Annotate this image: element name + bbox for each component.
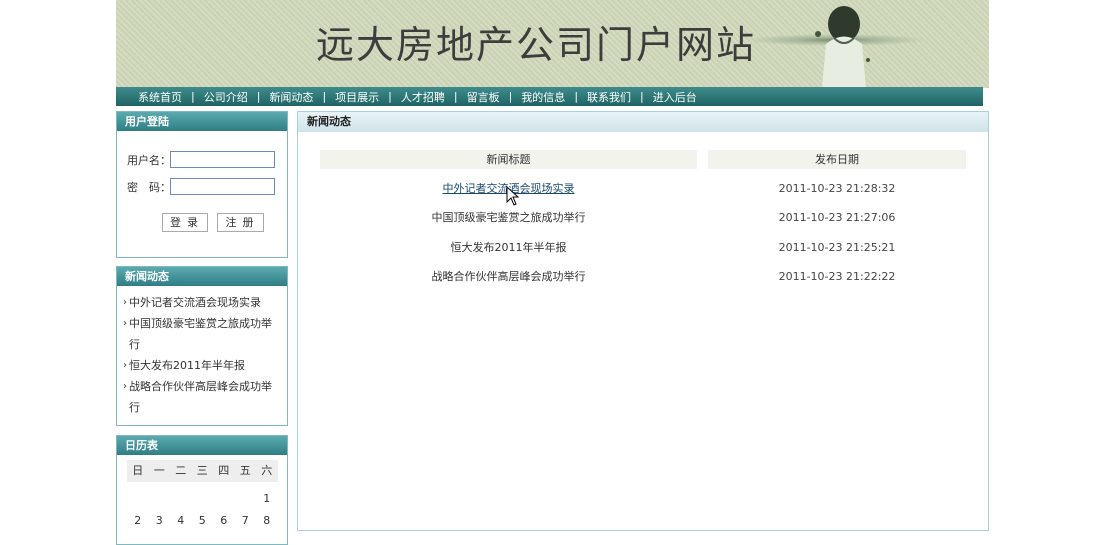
password-row: 密 码： <box>127 178 275 195</box>
calendar-day[interactable] <box>170 488 192 510</box>
news-title-link[interactable]: 恒大发布2011年半年报 <box>320 233 697 262</box>
nav-separator: | <box>574 90 579 103</box>
nav-item-contact[interactable]: 联系我们 <box>587 89 631 105</box>
password-label: 密 码： <box>127 181 171 194</box>
nav-separator: | <box>256 90 261 103</box>
news-title-link[interactable]: 中国顶级豪宅鉴赏之旅成功举行 <box>320 203 697 232</box>
news-box-heading: 新闻动态 <box>117 267 287 286</box>
column-header-date: 发布日期 <box>708 150 966 169</box>
page: 远大房地产公司门户网站 系统首页 | 公司介绍 | 新闻动态 | 项目展示 | … <box>116 0 989 545</box>
news-list-item[interactable]: 恒大发布2011年半年报 <box>123 355 279 376</box>
news-list-item[interactable]: 中外记者交流酒会现场实录 <box>123 292 279 313</box>
weekday-cell: 一 <box>153 464 165 477</box>
calendar-day[interactable] <box>235 488 257 510</box>
news-date: 2011-10-23 21:22:22 <box>778 270 896 283</box>
nav-separator: | <box>322 90 327 103</box>
calendar-heading: 日历表 <box>117 436 287 455</box>
nav-separator: | <box>453 90 458 103</box>
table-row: 战略合作伙伴高层峰会成功举行 2011-10-23 21:22:22 <box>298 262 988 291</box>
calendar-day[interactable] <box>127 488 149 510</box>
weekday-cell: 日 <box>132 464 144 477</box>
nav-separator: | <box>191 90 195 103</box>
main-nav: 系统首页 | 公司介绍 | 新闻动态 | 项目展示 | 人才招聘 | 留言板 |… <box>116 87 983 106</box>
news-panel: 新闻动态 新闻标题 发布日期 中外记者交流酒会现场实录 2011-10-23 2… <box>297 111 989 531</box>
weekday-cell: 六 <box>261 464 273 477</box>
username-row: 用户名： <box>127 151 275 168</box>
news-title-link[interactable]: 战略合作伙伴高层峰会成功举行 <box>320 262 697 291</box>
site-banner: 远大房地产公司门户网站 <box>116 0 989 88</box>
nav-separator: | <box>388 90 392 103</box>
calendar-day[interactable]: 1 <box>256 488 278 510</box>
news-date: 2011-10-23 21:27:06 <box>778 211 896 224</box>
woman-figure-image <box>815 6 870 88</box>
calendar-day[interactable] <box>192 488 214 510</box>
weekday-cell: 二 <box>175 464 187 477</box>
calendar-day[interactable] <box>213 488 235 510</box>
nav-separator: | <box>640 90 644 103</box>
nav-item-careers[interactable]: 人才招聘 <box>401 89 445 105</box>
news-box: 新闻动态 中外记者交流酒会现场实录 中国顶级豪宅鉴赏之旅成功举行 恒大发布201… <box>116 266 288 426</box>
table-row: 恒大发布2011年半年报 2011-10-23 21:25:21 <box>298 233 988 262</box>
nav-item-projects[interactable]: 项目展示 <box>335 89 379 105</box>
calendar-weekday-row: 日 一 二 三 四 五 六 <box>127 460 278 482</box>
site-title: 远大房地产公司门户网站 <box>316 23 757 67</box>
login-box-heading: 用户登陆 <box>117 112 287 131</box>
table-row: 中国顶级豪宅鉴赏之旅成功举行 2011-10-23 21:27:06 <box>298 203 988 232</box>
login-box: 用户登陆 用户名： 密 码： 登录 注册 <box>116 111 288 258</box>
weekday-cell: 五 <box>239 464 251 477</box>
news-date: 2011-10-23 21:28:32 <box>778 182 896 195</box>
username-label: 用户名： <box>127 154 171 167</box>
login-button[interactable]: 登录 <box>162 213 208 232</box>
news-list: 中外记者交流酒会现场实录 中国顶级豪宅鉴赏之旅成功举行 恒大发布2011年半年报… <box>117 286 287 418</box>
column-header-title: 新闻标题 <box>320 150 697 169</box>
news-panel-heading: 新闻动态 <box>298 112 988 132</box>
nav-item-news[interactable]: 新闻动态 <box>269 89 313 105</box>
password-input[interactable] <box>170 178 275 195</box>
nav-item-about[interactable]: 公司介绍 <box>204 89 248 105</box>
calendar-week-row: 1 <box>127 488 278 510</box>
register-button[interactable]: 注册 <box>217 213 264 232</box>
news-list-item[interactable]: 中国顶级豪宅鉴赏之旅成功举行 <box>123 313 279 355</box>
nav-item-home[interactable]: 系统首页 <box>138 89 182 105</box>
nav-separator: | <box>508 90 513 103</box>
nav-item-my-info[interactable]: 我的信息 <box>521 89 565 105</box>
weekday-cell: 三 <box>196 464 208 477</box>
calendar-day[interactable] <box>149 488 171 510</box>
username-input[interactable] <box>170 151 275 168</box>
nav-item-admin[interactable]: 进入后台 <box>653 89 697 105</box>
nav-item-guestbook[interactable]: 留言板 <box>467 89 500 105</box>
news-date: 2011-10-23 21:25:21 <box>778 241 896 254</box>
news-list-item[interactable]: 战略合作伙伴高层峰会成功举行 <box>123 376 279 418</box>
mouse-cursor-icon <box>506 186 520 206</box>
table-row: 中外记者交流酒会现场实录 2011-10-23 21:28:32 <box>298 174 988 203</box>
weekday-cell: 四 <box>218 464 230 477</box>
